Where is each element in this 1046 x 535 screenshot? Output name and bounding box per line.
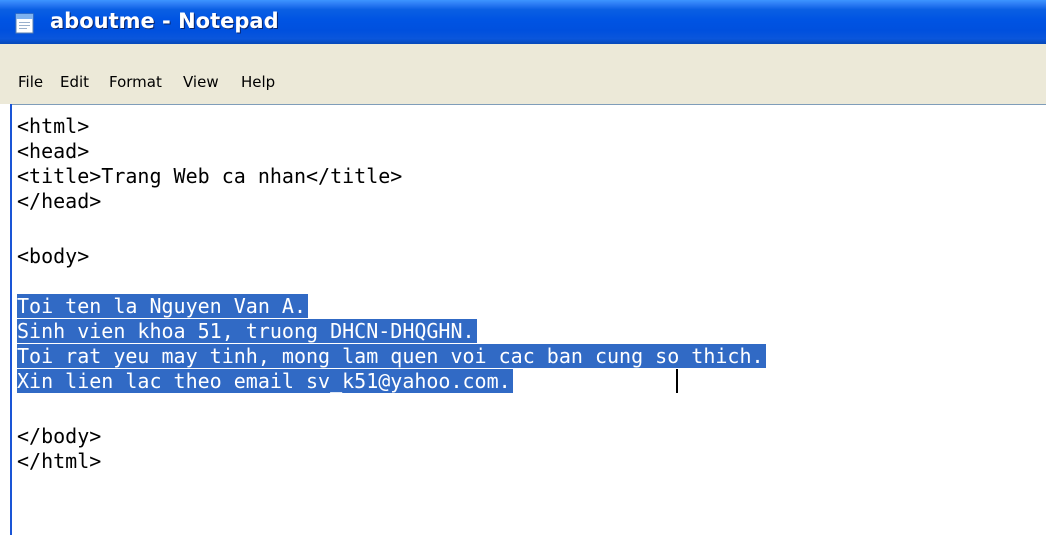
title-bar[interactable]: aboutme - Notepad: [0, 0, 1046, 44]
menu-help[interactable]: Help: [241, 73, 275, 91]
selected-editor-line[interactable]: Toi ten la Nguyen Van A.: [17, 294, 308, 318]
selected-editor-line[interactable]: Sinh vien khoa 51, truong DHCN-DHQGHN.: [17, 319, 477, 343]
selected-editor-line[interactable]: Xin lien lac theo email sv_k51@yahoo.com…: [17, 369, 513, 393]
text-caret: [676, 369, 678, 393]
editor-left-border: [10, 104, 12, 535]
menu-format[interactable]: Format: [109, 73, 162, 91]
notepad-icon: [15, 13, 34, 34]
editor-line[interactable]: <html>: [17, 114, 89, 138]
selected-editor-line[interactable]: Toi rat yeu may tinh, mong lam quen voi …: [17, 344, 766, 368]
editor-line[interactable]: </html>: [17, 449, 101, 473]
editor-top-border: [10, 104, 1046, 105]
menu-view[interactable]: View: [183, 73, 219, 91]
editor-line[interactable]: <body>: [17, 244, 89, 268]
editor-line[interactable]: </body>: [17, 424, 101, 448]
menu-bar: File Edit Format View Help: [0, 44, 1046, 104]
window-title: aboutme - Notepad: [50, 9, 279, 33]
menu-edit[interactable]: Edit: [60, 73, 89, 91]
editor-line[interactable]: <title>Trang Web ca nhan</title>: [17, 164, 402, 188]
notepad-window: aboutme - Notepad File Edit Format View …: [0, 0, 1046, 535]
editor-line[interactable]: </head>: [17, 189, 101, 213]
editor-line[interactable]: <head>: [17, 139, 89, 163]
menu-file[interactable]: File: [18, 73, 43, 91]
